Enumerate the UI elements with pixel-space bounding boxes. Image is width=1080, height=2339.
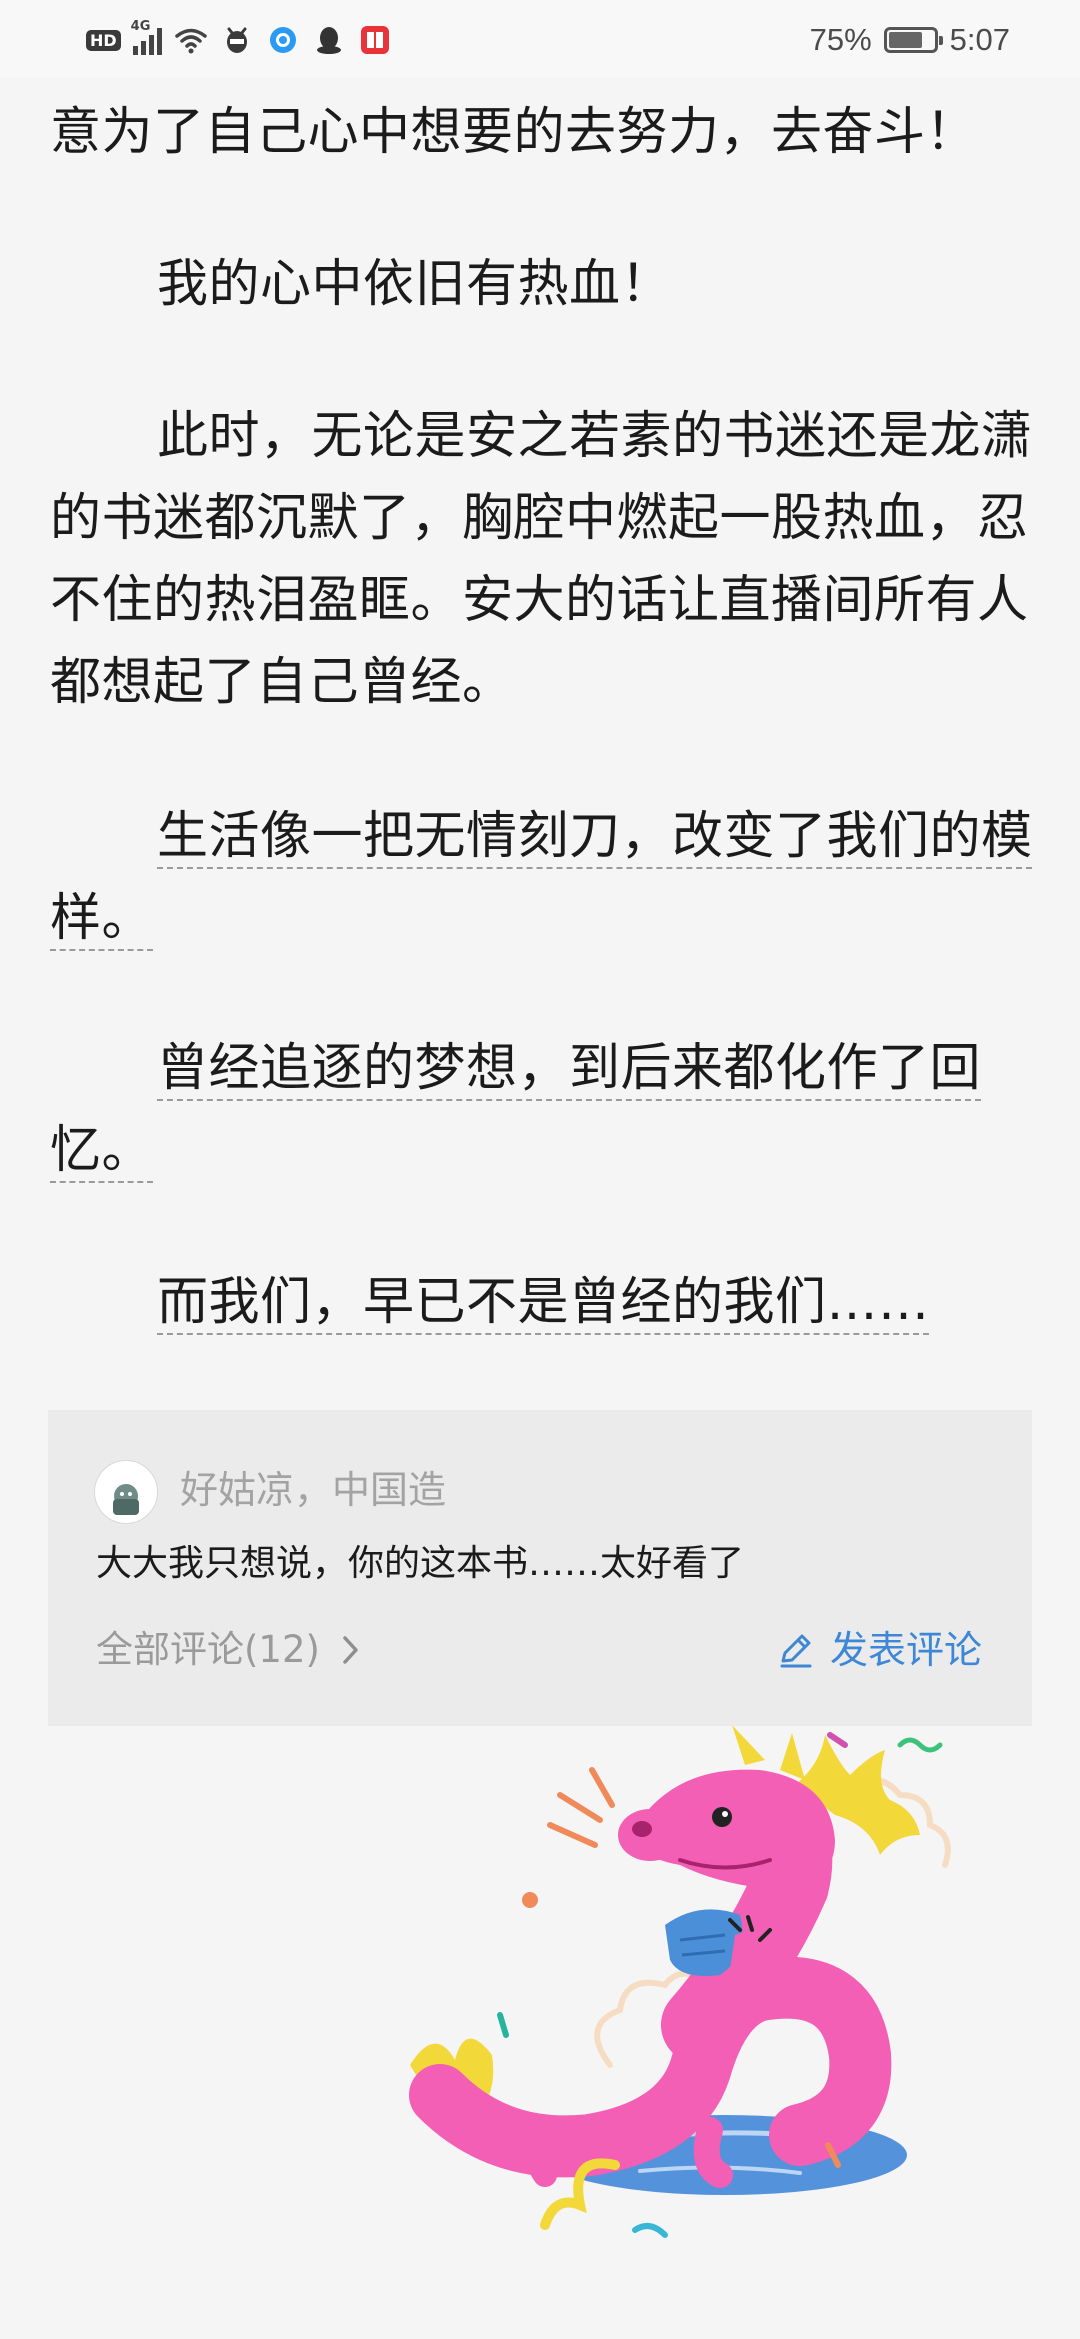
browser-app-icon bbox=[269, 27, 296, 53]
chapter-paragraph: 此时，无论是安之若素的书迷还是龙潇的书迷都沉默了，胸腔中燃起一股热血，忍不住的热… bbox=[50, 407, 1033, 712]
status-icons-left: HD 4G bbox=[86, 18, 392, 62]
pencil-icon bbox=[780, 1634, 812, 1668]
commenter-name[interactable]: 好姑凉，中国造 bbox=[180, 1462, 446, 1518]
post-comment-label: 发表评论 bbox=[829, 1628, 982, 1672]
bug-notification-icon bbox=[226, 27, 247, 53]
battery-level bbox=[888, 32, 922, 48]
network-type-label: 4G bbox=[130, 19, 151, 34]
post-comment-button[interactable]: 发表评论 bbox=[774, 1622, 982, 1678]
chapter-comment-card[interactable]: 好姑凉，中国造 大大我只想说，你的这本书……太好看了 全部评论(12) 发表评论 bbox=[48, 1410, 1032, 1726]
wifi-icon bbox=[174, 28, 207, 54]
comment-text[interactable]: 大大我只想说，你的这本书……太好看了 bbox=[96, 1536, 744, 1592]
chapter-paragraph-highlighted[interactable]: 曾经追逐的梦想，到后来都化作了回忆。 bbox=[50, 1028, 1040, 1192]
status-icons-right: 75% 5:07 bbox=[810, 18, 1010, 62]
cellular-signal-icon: 4G bbox=[131, 19, 162, 55]
reader-app-icon bbox=[360, 26, 389, 54]
qq-app-icon bbox=[316, 27, 341, 54]
dragon-mascot-illustration bbox=[409, 1725, 951, 2238]
avatar-image bbox=[113, 1484, 139, 1515]
battery-percent: 75% bbox=[809, 22, 872, 57]
chapter-paragraph-highlighted[interactable]: 而我们，早已不是曾经的我们…… bbox=[50, 1262, 1040, 1344]
clock: 5:07 bbox=[949, 22, 1010, 57]
chapter-paragraph: 意为了自己心中想要的去努力，去奋斗！ bbox=[50, 103, 978, 162]
chevron-right-icon bbox=[343, 1636, 358, 1664]
chapter-paragraph-highlighted[interactable]: 生活像一把无情刻刀，改变了我们的模样。 bbox=[50, 796, 1040, 960]
avatar[interactable] bbox=[94, 1460, 158, 1524]
status-bar: HD 4G 75% 5:07 bbox=[0, 0, 1080, 78]
battery-icon bbox=[883, 27, 943, 53]
all-comments-label: 全部评论(12) bbox=[96, 1628, 320, 1671]
chapter-paragraph: 我的心中依旧有热血！ bbox=[157, 255, 673, 314]
all-comments-link[interactable]: 全部评论(12) bbox=[96, 1622, 362, 1678]
hd-voice-icon: HD bbox=[86, 29, 121, 51]
